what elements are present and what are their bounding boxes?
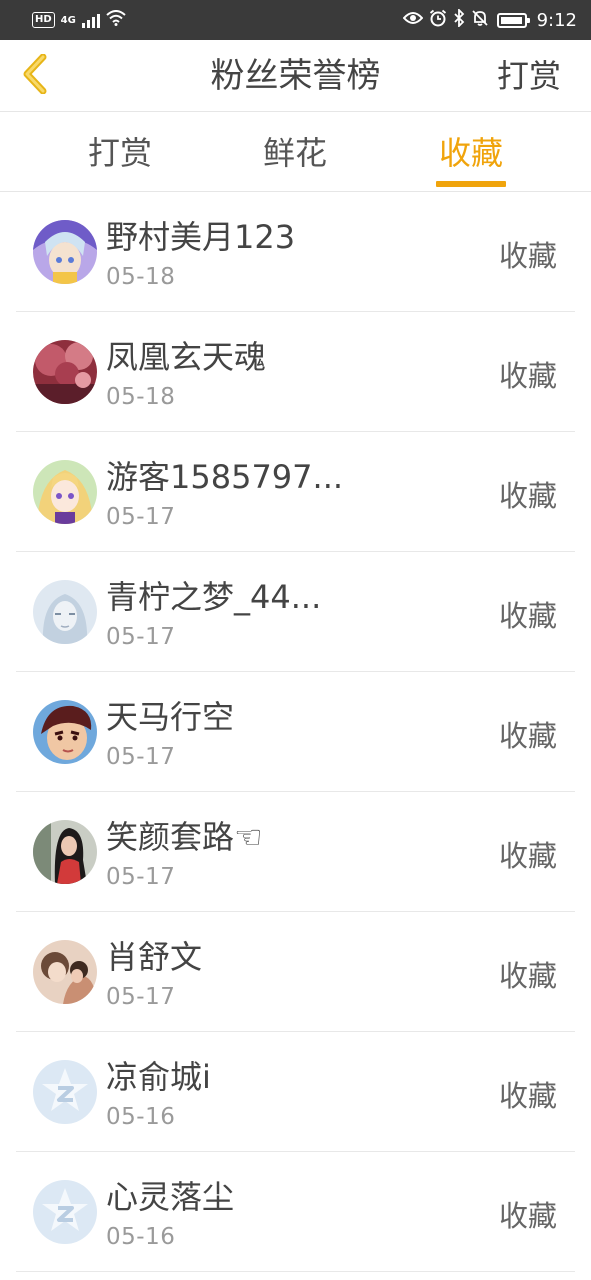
fan-name: 凤凰玄天魂 [106, 338, 267, 376]
eye-icon [402, 11, 423, 29]
fan-date: 05-17 [106, 504, 176, 530]
fan-name: 野村美月123 [106, 218, 296, 256]
fan-action-label: 收藏 [498, 719, 557, 753]
list-item[interactable]: 野村美月123 05-18 收藏 [0, 192, 591, 312]
list-item[interactable]: 天马行空 05-17 收藏 [0, 672, 591, 792]
tab-reward[interactable]: 打赏 [70, 112, 170, 192]
fan-name: 天马行空 [106, 698, 235, 736]
fan-action-label: 收藏 [498, 599, 557, 633]
list-item[interactable]: 肖舒文 05-17 收藏 [0, 912, 591, 1032]
fan-action-label: 收藏 [498, 959, 557, 993]
avatar[interactable] [33, 940, 97, 1004]
list-item[interactable]: 青柠之梦_44... 05-17 收藏 [0, 552, 591, 672]
fan-date: 05-16 [106, 1224, 176, 1250]
fan-name: 肖舒文 [106, 938, 203, 976]
fan-date: 05-17 [106, 864, 176, 890]
fan-date: 05-17 [106, 624, 176, 650]
fan-action-label: 收藏 [498, 359, 557, 393]
fan-name: 心灵落尘 [106, 1178, 235, 1216]
bluetooth-icon [453, 7, 465, 31]
signal-icon [81, 12, 100, 28]
tab-favorites[interactable]: 收藏 [421, 112, 521, 192]
list-item[interactable]: 凉俞城i 05-16 收藏 [0, 1032, 591, 1152]
divider [16, 1271, 575, 1272]
fan-action-label: 收藏 [498, 239, 557, 273]
fan-date: 05-17 [106, 984, 176, 1010]
fan-date: 05-18 [106, 264, 176, 290]
header: 粉丝荣誉榜 打赏 [0, 40, 591, 112]
fan-name: 笑颜套路☜ [106, 818, 263, 856]
fan-list: 野村美月123 05-18 收藏 凤凰玄天魂 05-18 收藏 游客158579… [0, 192, 591, 1272]
avatar[interactable] [33, 220, 97, 284]
tab-bar: 打赏 鲜花 收藏 [0, 112, 591, 192]
list-item[interactable]: 心灵落尘 05-16 收藏 [0, 1152, 591, 1272]
fan-action-label: 收藏 [498, 1199, 557, 1233]
mute-icon [471, 9, 489, 31]
tab-flowers[interactable]: 鲜花 [245, 112, 345, 192]
fan-action-label: 收藏 [498, 1079, 557, 1113]
avatar[interactable] [33, 1180, 97, 1244]
list-item[interactable]: 游客1585797... 05-17 收藏 [0, 432, 591, 552]
fan-name: 凉俞城i [106, 1058, 211, 1096]
fan-date: 05-17 [106, 744, 176, 770]
active-tab-indicator [436, 181, 506, 187]
fan-action-label: 收藏 [498, 479, 557, 513]
network-type: 4G [60, 14, 76, 26]
list-item[interactable]: 凤凰玄天魂 05-18 收藏 [0, 312, 591, 432]
reward-button[interactable]: 打赏 [497, 40, 561, 112]
wifi-icon [106, 10, 126, 30]
avatar[interactable] [33, 460, 97, 524]
avatar[interactable] [33, 1060, 97, 1124]
avatar[interactable] [33, 580, 97, 644]
status-bar-left: HD 4G [32, 10, 126, 30]
status-time: 9:12 [536, 9, 577, 31]
fan-action-label: 收藏 [498, 839, 557, 873]
battery-icon [496, 12, 530, 28]
status-bar: HD 4G 9:12 [0, 0, 591, 40]
alarm-icon [429, 9, 447, 31]
fan-date: 05-16 [106, 1104, 176, 1130]
avatar[interactable] [33, 700, 97, 764]
fan-name: 游客1585797... [106, 458, 344, 496]
list-item[interactable]: 笑颜套路☜ 05-17 收藏 [0, 792, 591, 912]
hd-badge: HD [32, 12, 55, 28]
fan-name: 青柠之梦_44... [106, 578, 322, 616]
avatar[interactable] [33, 820, 97, 884]
default-avatar-icon [33, 1180, 97, 1244]
status-bar-right: 9:12 [402, 7, 577, 31]
default-avatar-icon [33, 1060, 97, 1124]
fan-date: 05-18 [106, 384, 176, 410]
avatar[interactable] [33, 340, 97, 404]
